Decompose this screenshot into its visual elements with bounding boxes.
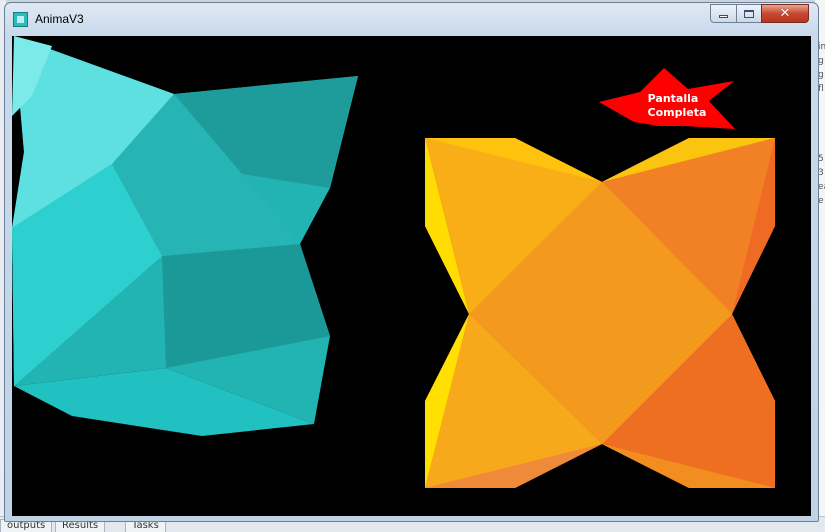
fullscreen-star-button[interactable]: Pantalla Completa <box>599 68 735 129</box>
app-window: AnimaV3 ✕ Pantalla Completa <box>4 2 819 522</box>
maximize-button[interactable] <box>736 4 762 23</box>
minimize-icon <box>719 15 728 18</box>
close-button[interactable]: ✕ <box>761 4 809 23</box>
star-label-line2: Completa <box>648 106 707 119</box>
star-label-line1: Pantalla <box>648 92 699 105</box>
minimize-button[interactable] <box>710 4 737 23</box>
window-title: AnimaV3 <box>35 12 84 26</box>
orange-shape <box>425 138 775 488</box>
close-icon: ✕ <box>779 6 791 21</box>
cyan-shape <box>12 36 358 436</box>
background-app-side-text: img g g fl 5 3 ea e <box>818 42 825 206</box>
title-bar[interactable]: AnimaV3 ✕ <box>5 3 818 35</box>
render-canvas[interactable]: Pantalla Completa <box>12 36 811 516</box>
maximize-icon <box>744 9 754 18</box>
app-icon[interactable] <box>13 12 28 27</box>
